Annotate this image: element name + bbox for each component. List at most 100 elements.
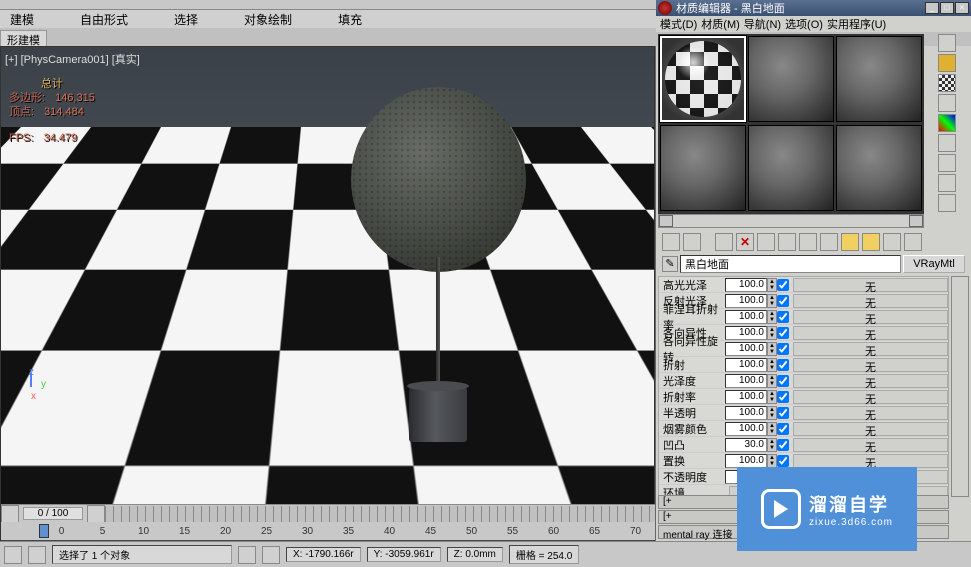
spinner-icon[interactable]: ▲▼ bbox=[767, 374, 777, 388]
show-end-result-icon[interactable] bbox=[862, 233, 880, 251]
param-map-button[interactable]: 无 bbox=[793, 422, 948, 436]
tab-fill[interactable]: 填充 bbox=[330, 10, 370, 29]
scroll-left-icon[interactable] bbox=[659, 215, 673, 227]
param-value-input[interactable]: 100.0 bbox=[725, 454, 767, 468]
go-forward-icon[interactable] bbox=[904, 233, 922, 251]
lock-selection-icon[interactable] bbox=[238, 546, 256, 564]
sample-slot-3[interactable] bbox=[836, 36, 922, 122]
param-value-input[interactable]: 100.0 bbox=[725, 374, 767, 388]
material-map-navigator-icon[interactable] bbox=[938, 194, 956, 212]
sample-slot-5[interactable] bbox=[748, 125, 834, 211]
param-value-input[interactable]: 30.0 bbox=[725, 438, 767, 452]
menu-mode[interactable]: 模式(D) bbox=[660, 16, 697, 32]
param-enable-checkbox[interactable] bbox=[777, 407, 789, 419]
spinner-icon[interactable]: ▲▼ bbox=[767, 438, 777, 452]
param-map-button[interactable]: 无 bbox=[793, 454, 948, 468]
tab-modeling[interactable]: 建模 bbox=[2, 10, 42, 29]
param-map-button[interactable]: 无 bbox=[793, 278, 948, 292]
param-enable-checkbox[interactable] bbox=[777, 343, 789, 355]
viewport[interactable]: [+] [PhysCamera001] [真实] 总计 多边形:146,315 … bbox=[0, 46, 655, 567]
axis-gizmo[interactable]: z y x bbox=[15, 367, 45, 397]
go-to-parent-icon[interactable] bbox=[883, 233, 901, 251]
param-enable-checkbox[interactable] bbox=[777, 423, 789, 435]
video-color-icon[interactable] bbox=[938, 114, 956, 132]
minimize-button[interactable]: _ bbox=[925, 2, 939, 14]
coord-mode-icon[interactable] bbox=[262, 546, 280, 564]
sample-uv-icon[interactable] bbox=[938, 94, 956, 112]
make-preview-icon[interactable] bbox=[938, 134, 956, 152]
show-map-icon[interactable] bbox=[841, 233, 859, 251]
param-value-input[interactable]: 100.0 bbox=[725, 278, 767, 292]
menu-navigation[interactable]: 导航(N) bbox=[744, 16, 781, 32]
maxscript-icon[interactable] bbox=[4, 546, 22, 564]
param-map-button[interactable]: 无 bbox=[793, 294, 948, 308]
spinner-icon[interactable]: ▲▼ bbox=[767, 310, 777, 324]
param-enable-checkbox[interactable] bbox=[777, 359, 789, 371]
param-map-button[interactable]: 无 bbox=[793, 326, 948, 340]
get-material-icon[interactable] bbox=[662, 233, 680, 251]
param-value-input[interactable]: 100.0 bbox=[725, 310, 767, 324]
sample-slot-6[interactable] bbox=[836, 125, 922, 211]
material-id-icon[interactable] bbox=[820, 233, 838, 251]
param-enable-checkbox[interactable] bbox=[777, 455, 789, 467]
param-enable-checkbox[interactable] bbox=[777, 311, 789, 323]
param-value-input[interactable]: 100.0 bbox=[725, 294, 767, 308]
material-editor-titlebar[interactable]: 材质编辑器 - 黑白地面 _ □ × bbox=[656, 0, 971, 16]
menu-utilities[interactable]: 实用程序(U) bbox=[827, 16, 886, 32]
params-scrollbar[interactable] bbox=[951, 276, 969, 497]
put-to-scene-icon[interactable] bbox=[683, 233, 701, 251]
param-enable-checkbox[interactable] bbox=[777, 295, 789, 307]
param-enable-checkbox[interactable] bbox=[777, 279, 789, 291]
time-counter[interactable]: 0 / 100 bbox=[23, 507, 83, 520]
param-value-input[interactable]: 100.0 bbox=[725, 342, 767, 356]
timeline-prev[interactable] bbox=[1, 505, 19, 523]
param-map-button[interactable]: 无 bbox=[793, 374, 948, 388]
time-ruler[interactable] bbox=[105, 506, 656, 522]
spinner-icon[interactable]: ▲▼ bbox=[767, 358, 777, 372]
make-copy-icon[interactable] bbox=[757, 233, 775, 251]
put-to-library-icon[interactable] bbox=[799, 233, 817, 251]
spinner-icon[interactable]: ▲▼ bbox=[767, 278, 777, 292]
viewport-label[interactable]: [+] [PhysCamera001] [真实] bbox=[5, 51, 140, 67]
backlight-icon[interactable] bbox=[938, 54, 956, 72]
param-enable-checkbox[interactable] bbox=[777, 375, 789, 387]
spinner-icon[interactable]: ▲▼ bbox=[767, 326, 777, 340]
param-enable-checkbox[interactable] bbox=[777, 391, 789, 403]
param-enable-checkbox[interactable] bbox=[777, 327, 789, 339]
tab-freeform[interactable]: 自由形式 bbox=[72, 10, 136, 29]
param-map-button[interactable]: 无 bbox=[793, 406, 948, 420]
coord-x[interactable]: X: -1790.166r bbox=[286, 547, 361, 562]
sample-type-icon[interactable] bbox=[938, 34, 956, 52]
param-map-button[interactable]: 无 bbox=[793, 390, 948, 404]
spinner-icon[interactable]: ▲▼ bbox=[767, 454, 777, 468]
scroll-right-icon[interactable] bbox=[909, 215, 923, 227]
viewport-canvas[interactable]: [+] [PhysCamera001] [真实] 总计 多边形:146,315 … bbox=[1, 47, 654, 507]
reset-material-icon[interactable]: ✕ bbox=[736, 233, 754, 251]
spinner-icon[interactable]: ▲▼ bbox=[767, 294, 777, 308]
material-type-button[interactable]: VRayMtl bbox=[903, 255, 965, 273]
timeline-next[interactable] bbox=[87, 505, 105, 523]
param-map-button[interactable]: 无 bbox=[793, 358, 948, 372]
restore-button[interactable]: □ bbox=[940, 2, 954, 14]
param-value-input[interactable]: 100.0 bbox=[725, 326, 767, 340]
param-enable-checkbox[interactable] bbox=[777, 439, 789, 451]
param-value-input[interactable]: 100.0 bbox=[725, 406, 767, 420]
make-unique-icon[interactable] bbox=[778, 233, 796, 251]
sample-slot-1[interactable] bbox=[660, 36, 746, 122]
param-value-input[interactable]: 100.0 bbox=[725, 390, 767, 404]
param-map-button[interactable]: 无 bbox=[793, 310, 948, 324]
options-icon[interactable] bbox=[938, 154, 956, 172]
close-button[interactable]: × bbox=[955, 2, 969, 14]
coord-y[interactable]: Y: -3059.961r bbox=[367, 547, 441, 562]
select-by-material-icon[interactable] bbox=[938, 174, 956, 192]
eyedropper-icon[interactable]: ✎ bbox=[662, 256, 678, 272]
sample-slot-2[interactable] bbox=[748, 36, 834, 122]
param-map-button[interactable]: 无 bbox=[793, 342, 948, 356]
tab-select[interactable]: 选择 bbox=[166, 10, 206, 29]
sample-scrollbar[interactable] bbox=[658, 214, 924, 228]
assign-material-icon[interactable] bbox=[715, 233, 733, 251]
background-icon[interactable] bbox=[938, 74, 956, 92]
timeline[interactable]: 0 / 100 bbox=[1, 504, 656, 522]
param-value-input[interactable]: 100.0 bbox=[725, 358, 767, 372]
tab-object-paint[interactable]: 对象绘制 bbox=[236, 10, 300, 29]
